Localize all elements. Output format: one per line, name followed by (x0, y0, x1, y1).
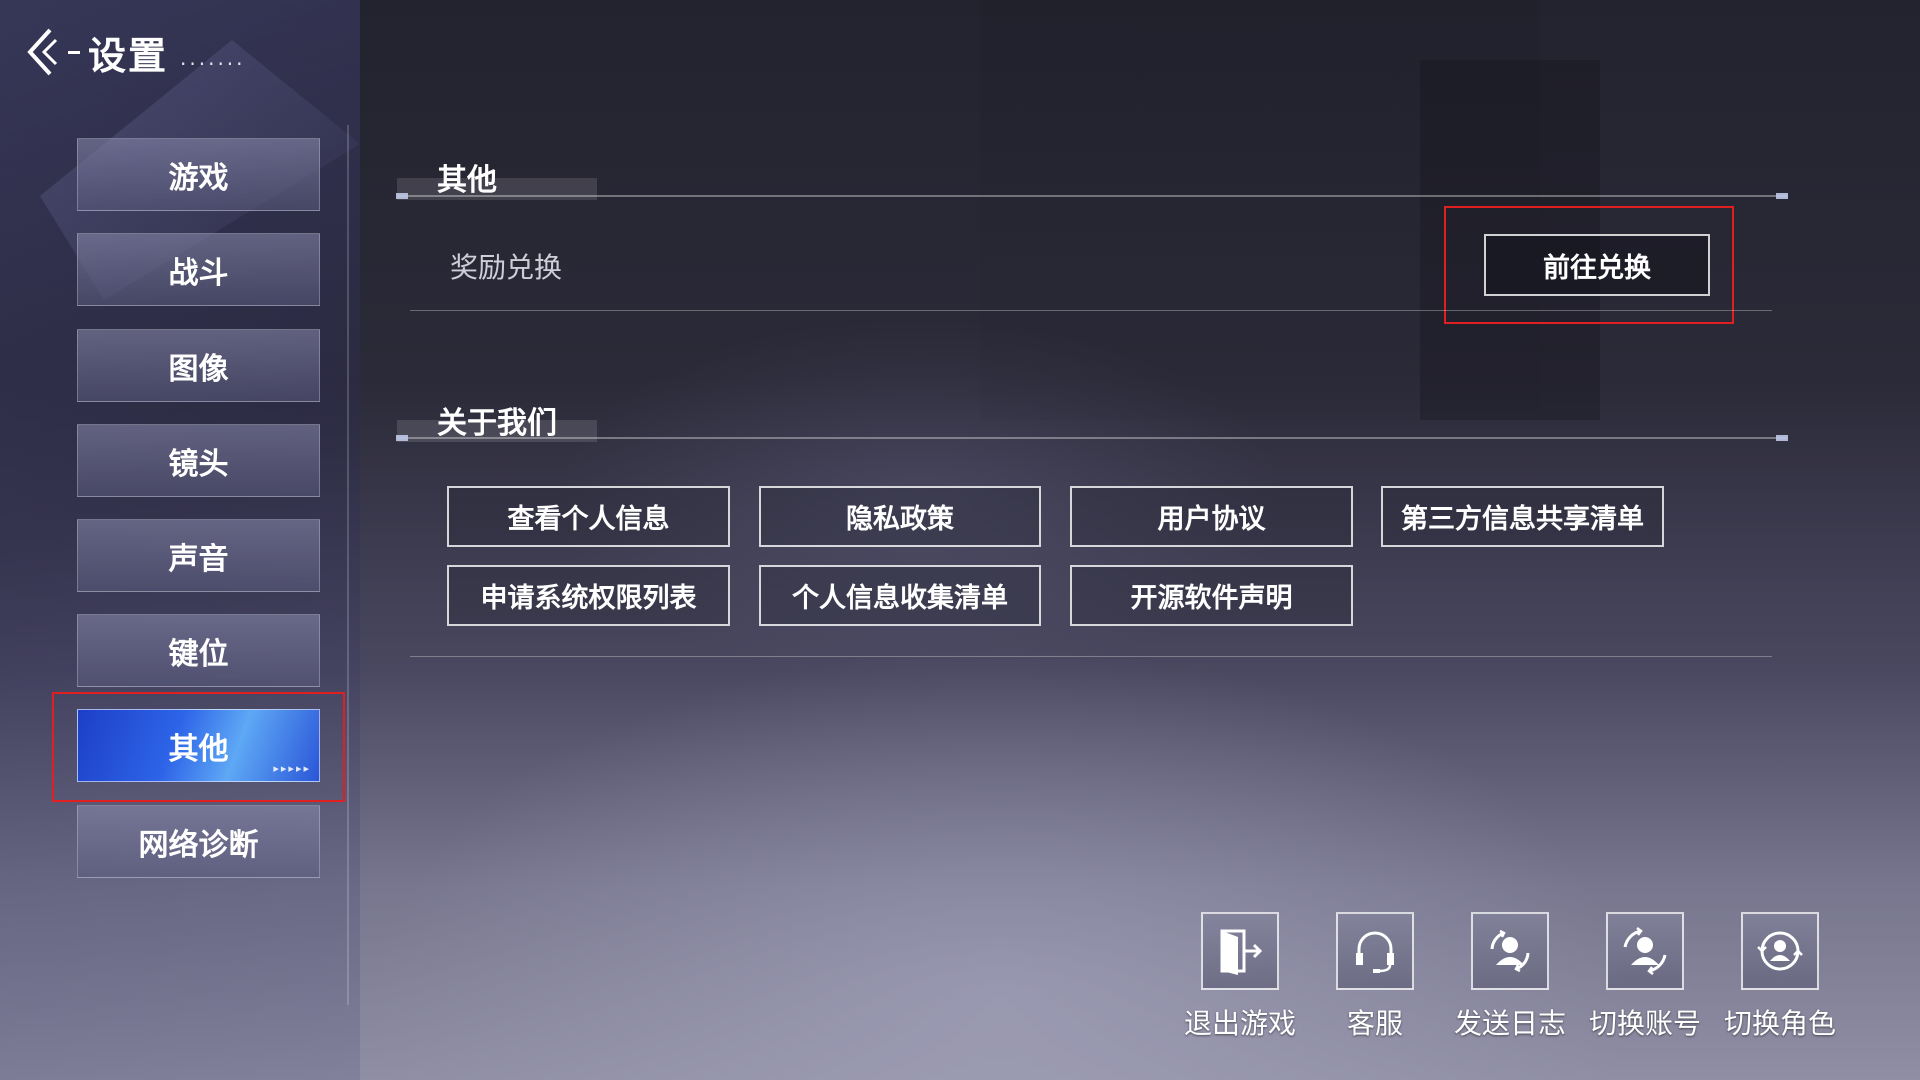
sidebar-item-graphics[interactable]: 图像 (77, 329, 320, 402)
redeem-button[interactable]: 前往兑换 (1484, 234, 1710, 296)
personal-info-collection-list-button[interactable]: 个人信息收集清单 (759, 565, 1041, 626)
sidebar-item-network-diagnosis[interactable]: 网络诊断 (77, 805, 320, 878)
sidebar-item-label: 网络诊断 (138, 827, 259, 863)
exit-game-button[interactable] (1201, 912, 1279, 990)
header: 设置 ....... (20, 22, 246, 82)
switch-character-action[interactable]: 切换角色 (1720, 912, 1840, 1042)
headset-icon (1356, 931, 1394, 973)
sidebar-item-sound[interactable]: 声音 (77, 519, 320, 592)
sidebar-item-game[interactable]: 游戏 (77, 138, 320, 211)
sidebar-item-label: 键位 (168, 636, 229, 672)
open-source-notice-button[interactable]: 开源软件声明 (1070, 565, 1353, 626)
reward-redeem-label: 奖励兑换 (450, 251, 563, 284)
switch-character-button[interactable] (1741, 912, 1819, 990)
sidebar-item-camera[interactable]: 镜头 (77, 424, 320, 497)
action-label: 退出游戏 (1183, 1007, 1296, 1040)
section-title-about: 关于我们 (437, 406, 557, 441)
sidebar-item-other[interactable]: 其他 ▸▸▸▸▸ (77, 709, 320, 782)
row-divider (410, 310, 1772, 311)
customer-service-button[interactable] (1336, 912, 1414, 990)
sidebar-item-label: 声音 (168, 541, 229, 577)
send-log-action[interactable]: 发送日志 (1450, 912, 1570, 1042)
header-dots: ....... (180, 46, 246, 70)
switch-account-button[interactable] (1606, 912, 1684, 990)
action-label: 切换账号 (1588, 1007, 1701, 1040)
send-log-button[interactable] (1471, 912, 1549, 990)
back-button[interactable] (20, 24, 62, 80)
section-divider (397, 437, 1787, 439)
divider-cap-right (1776, 435, 1788, 441)
active-arrows-decoration: ▸▸▸▸▸ (273, 762, 311, 775)
action-label: 切换角色 (1723, 1007, 1836, 1040)
sidebar-item-label: 其他 (168, 731, 229, 767)
user-agreement-button[interactable]: 用户协议 (1070, 486, 1353, 547)
sidebar-item-label: 镜头 (168, 446, 229, 482)
action-label: 发送日志 (1453, 1007, 1566, 1040)
view-personal-info-button[interactable]: 查看个人信息 (447, 486, 730, 547)
sidebar-item-label: 游戏 (168, 160, 229, 196)
system-permission-list-button[interactable]: 申请系统权限列表 (447, 565, 730, 626)
section-title-other: 其他 (437, 163, 497, 198)
exit-game-action[interactable]: 退出游戏 (1180, 912, 1300, 1042)
back-arrow-icon (27, 28, 58, 76)
customer-service-action[interactable]: 客服 (1315, 912, 1435, 1042)
header-dash (68, 50, 80, 54)
divider-cap-left (396, 435, 408, 441)
exit-door-icon (1220, 929, 1263, 975)
divider-cap-left (396, 193, 408, 199)
third-party-sharing-list-button[interactable]: 第三方信息共享清单 (1381, 486, 1664, 547)
divider-cap-right (1776, 193, 1788, 199)
action-label: 客服 (1346, 1007, 1403, 1040)
sidebar-item-label: 图像 (168, 351, 229, 387)
switch-account-action[interactable]: 切换账号 (1585, 912, 1705, 1042)
sidebar-item-label: 战斗 (168, 255, 229, 291)
switch-character-icon (1757, 931, 1803, 971)
privacy-policy-button[interactable]: 隐私政策 (759, 486, 1041, 547)
section-divider (397, 195, 1787, 197)
sidebar-divider (347, 125, 349, 1005)
sidebar-item-combat[interactable]: 战斗 (77, 233, 320, 306)
switch-account-icon (1623, 927, 1667, 975)
page-title: 设置 (88, 32, 169, 78)
row-divider (410, 656, 1772, 657)
sidebar-item-keybinding[interactable]: 键位 (77, 614, 320, 687)
send-log-icon (1490, 929, 1530, 973)
